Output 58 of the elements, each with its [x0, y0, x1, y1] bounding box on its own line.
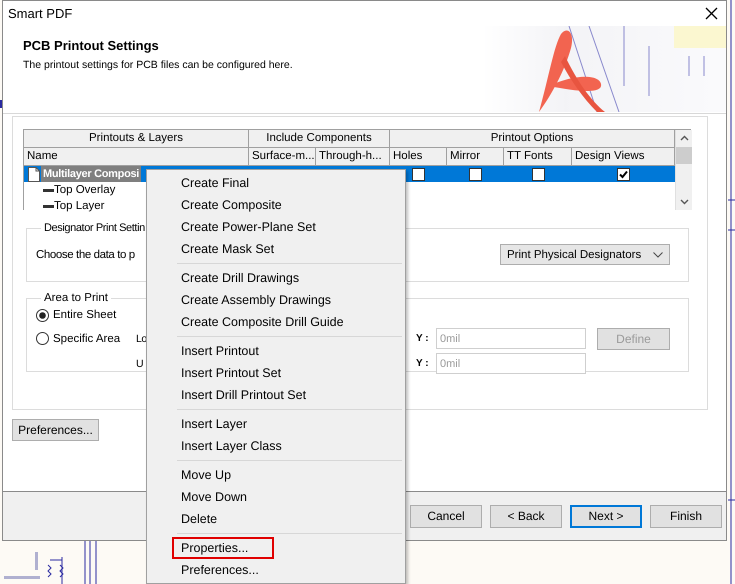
menu-item[interactable]: Insert Layer Class	[147, 435, 405, 457]
page-description: The printout settings for PCB files can be configured here.	[23, 59, 293, 71]
column-group-header: Include Components	[249, 130, 390, 148]
column-header[interactable]: Holes	[390, 148, 447, 166]
menu-item[interactable]: Create Drill Drawings	[147, 267, 405, 289]
group-title: Area to Print	[43, 292, 109, 304]
field-label: Y :	[416, 358, 430, 369]
menu-item[interactable]: Insert Printout	[147, 340, 405, 362]
layer-name[interactable]: Top Overlay	[54, 182, 116, 198]
checkbox[interactable]	[617, 168, 630, 180]
checkbox[interactable]	[469, 168, 482, 180]
window-title: Smart PDF	[8, 6, 72, 21]
menu-item[interactable]: Preferences...	[147, 559, 405, 581]
field-label: Choose the data to p	[36, 248, 135, 260]
radio-button[interactable]	[36, 308, 49, 322]
wizard-button[interactable]: < Back	[490, 504, 562, 528]
preferences-button[interactable]: Preferences...	[12, 419, 99, 441]
column-header[interactable]: Through-h...	[316, 148, 390, 166]
wizard-button[interactable]: Cancel	[410, 504, 482, 528]
column-group-header: Printouts & Layers	[24, 130, 249, 148]
radio-option[interactable]: Entire Sheet	[36, 308, 136, 322]
column-header[interactable]: Surface-m...	[249, 148, 316, 166]
column-header[interactable]: Mirror	[447, 148, 504, 166]
radio-option[interactable]: Specific Area	[36, 332, 136, 345]
radio-button[interactable]	[36, 332, 49, 345]
menu-item[interactable]: Create Composite Drill Guide	[147, 311, 405, 333]
checkbox[interactable]	[532, 168, 544, 180]
wizard-button[interactable]: Finish	[650, 504, 722, 528]
designator-dropdown[interactable]: Print Physical Designators	[500, 244, 670, 265]
scrollbar[interactable]	[675, 130, 692, 210]
checkbox[interactable]	[412, 168, 425, 180]
menu-item[interactable]: Create Assembly Drawings	[147, 289, 405, 311]
column-header[interactable]: Name	[24, 148, 249, 166]
menu-item[interactable]: Create Mask Set	[147, 238, 405, 260]
chevron-down-icon	[653, 252, 663, 258]
column-header[interactable]: Design Views	[572, 148, 675, 166]
menu-item[interactable]: Insert Layer	[147, 413, 405, 435]
menu-item[interactable]: Insert Printout Set	[147, 362, 405, 384]
field-label: U	[136, 358, 144, 370]
column-group-header: Printout Options	[390, 130, 675, 148]
layer-name[interactable]: Top Layer	[54, 198, 105, 214]
column-header[interactable]: TT Fonts	[504, 148, 572, 166]
field-label: Y :	[416, 333, 430, 344]
page-title: PCB Printout Settings	[23, 38, 160, 53]
layer-name[interactable]: Multilayer Composi	[41, 166, 142, 182]
menu-item[interactable]: Delete	[147, 508, 405, 530]
menu-item[interactable]: Properties...	[147, 537, 405, 559]
scroll-thumb[interactable]	[676, 147, 692, 164]
menu-item[interactable]: Create Power-Plane Set	[147, 216, 405, 238]
menu-item[interactable]: Create Final	[147, 172, 405, 194]
wizard-button[interactable]: Next >	[570, 504, 642, 528]
close-icon[interactable]	[705, 7, 718, 20]
menu-item[interactable]: Move Down	[147, 486, 405, 508]
menu-item[interactable]: Insert Drill Printout Set	[147, 384, 405, 406]
group-title: Designator Print Settin	[43, 222, 146, 234]
document-icon	[27, 166, 41, 182]
menu-item[interactable]: Move Up	[147, 464, 405, 486]
menu-item[interactable]: Create Composite	[147, 194, 405, 216]
